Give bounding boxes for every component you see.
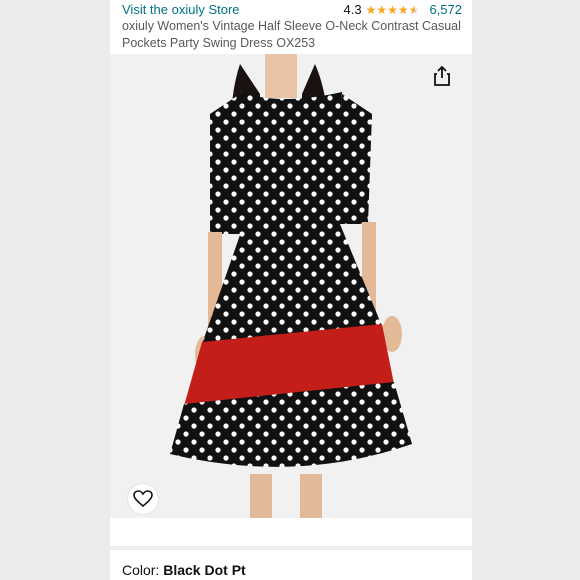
share-button[interactable] [428,62,456,90]
star-rating: ★ ★ ★ ★ ★ [366,4,420,16]
rating-value: 4.3 [343,2,362,17]
rating-count-link[interactable]: 6,572 [429,2,462,17]
product-photo [110,54,472,518]
share-icon [434,66,450,86]
rating-summary[interactable]: 4.3 ★ ★ ★ ★ ★ 6,572 [344,2,462,17]
product-image[interactable] [110,54,472,518]
color-selection: Color: Black Dot Pt [122,562,246,578]
product-header: Visit the oxiuly Store 4.3 ★ ★ ★ ★ ★ 6,5… [122,0,462,54]
product-panel: Visit the oxiuly Store 4.3 ★ ★ ★ ★ ★ 6,5… [110,0,472,580]
background-right [472,0,580,580]
image-carousel-indicators [110,522,472,540]
star-icon: ★ [387,2,398,17]
star-icon: ★ [376,2,388,17]
product-title: oxiuly Women's Vintage Half Sleeve O-Nec… [122,19,461,50]
color-value: Black Dot Pt [163,562,246,578]
add-to-favorites-button[interactable] [128,484,158,514]
star-icon: ★ [365,2,377,17]
half-star-icon: ★ [408,2,420,17]
heart-icon [133,490,153,508]
star-icon: ★ [397,2,409,17]
background-left [0,0,110,580]
store-link[interactable]: Visit the oxiuly Store [122,2,240,17]
section-divider [110,546,472,550]
color-label: Color: [122,562,164,578]
